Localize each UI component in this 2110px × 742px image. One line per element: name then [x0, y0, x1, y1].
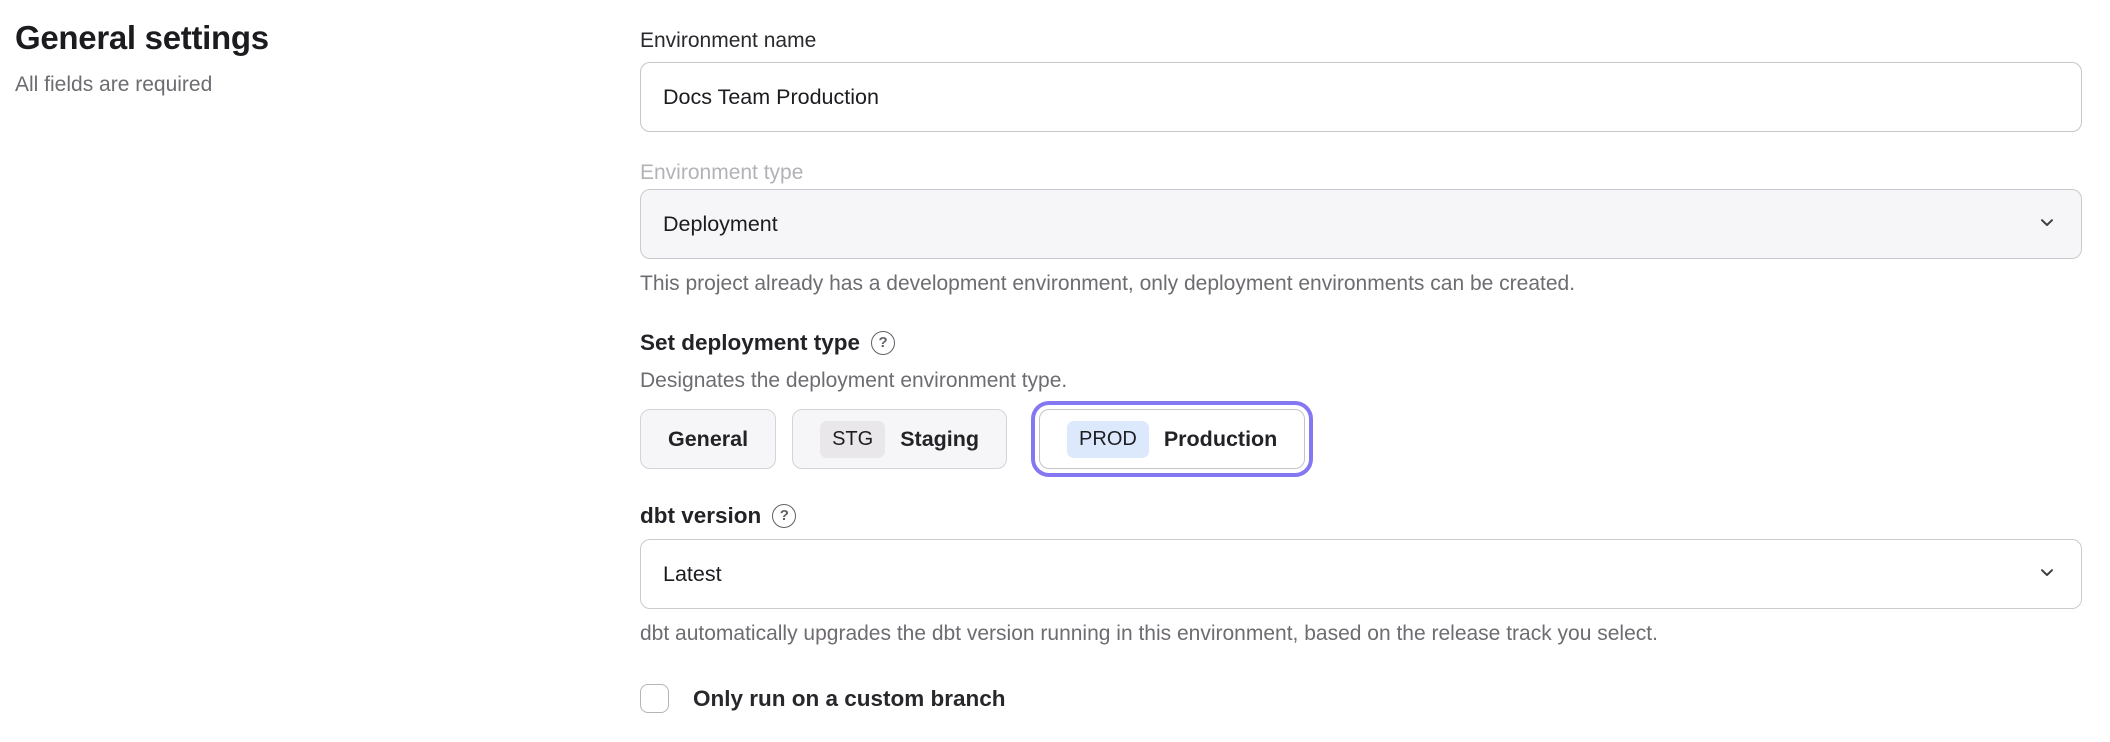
deployment-type-staging-button[interactable]: STG Staging: [792, 409, 1007, 469]
dbt-version-value: Latest: [663, 562, 722, 587]
environment-name-label: Environment name: [640, 26, 2082, 55]
environment-type-label: Environment type: [640, 158, 2082, 187]
custom-branch-row: Only run on a custom branch: [640, 684, 2082, 713]
dbt-version-heading-text: dbt version: [640, 501, 761, 531]
deployment-type-heading-text: Set deployment type: [640, 328, 860, 358]
general-settings-page: General settings All fields are required…: [0, 0, 2110, 742]
deployment-type-production-button[interactable]: PROD Production: [1039, 409, 1305, 469]
custom-branch-label[interactable]: Only run on a custom branch: [693, 686, 1006, 712]
deployment-type-options: General STG Staging PROD Production: [640, 409, 2082, 469]
deployment-type-production-label: Production: [1164, 427, 1277, 452]
page-title: General settings: [15, 20, 640, 56]
settings-form: Environment name Environment type Deploy…: [640, 0, 2110, 742]
deployment-type-general-button[interactable]: General: [640, 409, 776, 469]
settings-summary-column: General settings All fields are required: [0, 0, 640, 742]
dbt-version-select[interactable]: Latest: [640, 539, 2082, 609]
environment-type-select: Deployment: [640, 189, 2082, 259]
custom-branch-checkbox[interactable]: [640, 684, 669, 713]
page-subtitle: All fields are required: [15, 73, 640, 97]
environment-type-helper: This project already has a development e…: [640, 269, 2082, 298]
help-icon[interactable]: ?: [772, 504, 796, 528]
staging-badge: STG: [820, 421, 885, 458]
production-badge: PROD: [1067, 421, 1149, 458]
dbt-version-helper: dbt automatically upgrades the dbt versi…: [640, 619, 2082, 648]
chevron-down-icon: [2035, 210, 2059, 239]
environment-name-input[interactable]: [640, 62, 2082, 132]
help-icon[interactable]: ?: [871, 331, 895, 355]
dbt-version-heading: dbt version ?: [640, 501, 2082, 531]
deployment-type-description: Designates the deployment environment ty…: [640, 366, 2082, 395]
deployment-type-general-label: General: [668, 427, 748, 452]
chevron-down-icon: [2035, 560, 2059, 589]
environment-type-value: Deployment: [663, 212, 778, 237]
deployment-type-heading: Set deployment type ?: [640, 328, 2082, 358]
deployment-type-staging-label: Staging: [900, 427, 979, 452]
